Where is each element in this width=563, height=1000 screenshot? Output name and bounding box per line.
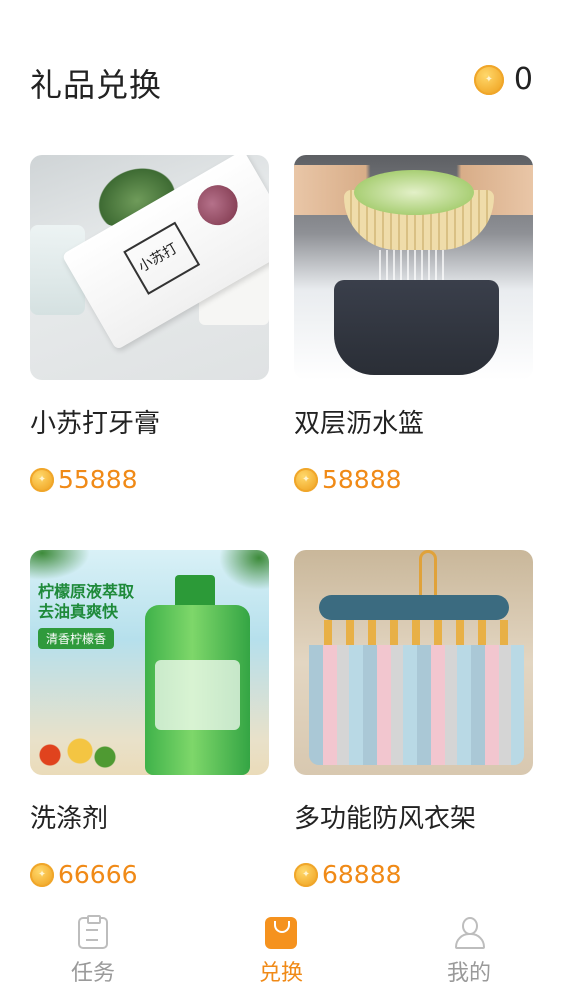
product-image-toothpaste[interactable]: 小苏打 [30, 155, 269, 380]
product-price: 55888 [30, 465, 138, 494]
price-value: 55888 [58, 465, 138, 494]
product-price: 66666 [30, 860, 138, 889]
pot-decoration [334, 280, 499, 375]
coin-icon [473, 64, 504, 95]
coin-icon [294, 467, 318, 492]
product-price: 58888 [294, 465, 402, 494]
cabbage-decoration [354, 170, 474, 215]
coin-balance[interactable]: 0 [473, 62, 533, 97]
tab-label: 兑换 [258, 961, 303, 986]
palm-decoration [219, 550, 269, 590]
tab-mine[interactable]: 我的 [409, 917, 529, 987]
gift-card-drain-basket[interactable]: 双层沥水篮 58888 [294, 155, 533, 494]
price-value: 58888 [322, 465, 402, 494]
user-icon [453, 917, 485, 949]
coin-icon [30, 862, 54, 887]
hanger-frame [319, 595, 509, 620]
promo-text: 柠檬原液萃取 去油真爽快 [38, 582, 135, 621]
product-image-drain-basket[interactable] [294, 155, 533, 380]
palm-decoration [30, 550, 90, 580]
tube-label-box: 小苏打 [123, 221, 201, 295]
page-title: 礼品兑换 [30, 66, 163, 104]
bottom-tab-bar: 任务 兑换 我的 [0, 905, 563, 1000]
shopping-bag-icon [265, 917, 297, 949]
bottle-label [155, 660, 240, 730]
product-price: 68888 [294, 860, 402, 889]
coin-icon [294, 862, 318, 887]
gift-card-toothpaste[interactable]: 小苏打 小苏打牙膏 55888 [30, 155, 269, 494]
product-name: 双层沥水篮 [294, 409, 425, 439]
gift-card-detergent[interactable]: 柠檬原液萃取 去油真爽快 清香柠檬香 洗涤剂 66666 [30, 550, 269, 889]
price-value: 68888 [322, 860, 402, 889]
header: 礼品兑换 0 [0, 0, 563, 150]
product-image-hanger[interactable] [294, 550, 533, 775]
gift-card-hanger[interactable]: 多功能防风衣架 68888 [294, 550, 533, 889]
tab-tasks[interactable]: 任务 [33, 915, 153, 987]
coin-icon [30, 467, 54, 492]
fruit-bowl [30, 735, 130, 775]
product-name: 洗涤剂 [30, 804, 109, 834]
product-name: 多功能防风衣架 [294, 804, 477, 834]
coin-balance-count: 0 [513, 62, 533, 97]
tab-exchange[interactable]: 兑换 [221, 917, 341, 987]
product-image-detergent[interactable]: 柠檬原液萃取 去油真爽快 清香柠檬香 [30, 550, 269, 775]
hanger-hook [419, 550, 437, 598]
task-clipboard-icon [78, 915, 108, 949]
promo-tag: 清香柠檬香 [38, 628, 115, 649]
price-value: 66666 [58, 860, 138, 889]
passion-fruit [190, 177, 245, 233]
tab-label: 任务 [70, 961, 115, 986]
product-name: 小苏打牙膏 [30, 409, 161, 439]
tube-label-text: 小苏打 [135, 240, 181, 276]
hanging-socks [309, 645, 524, 765]
tab-label: 我的 [446, 961, 491, 986]
